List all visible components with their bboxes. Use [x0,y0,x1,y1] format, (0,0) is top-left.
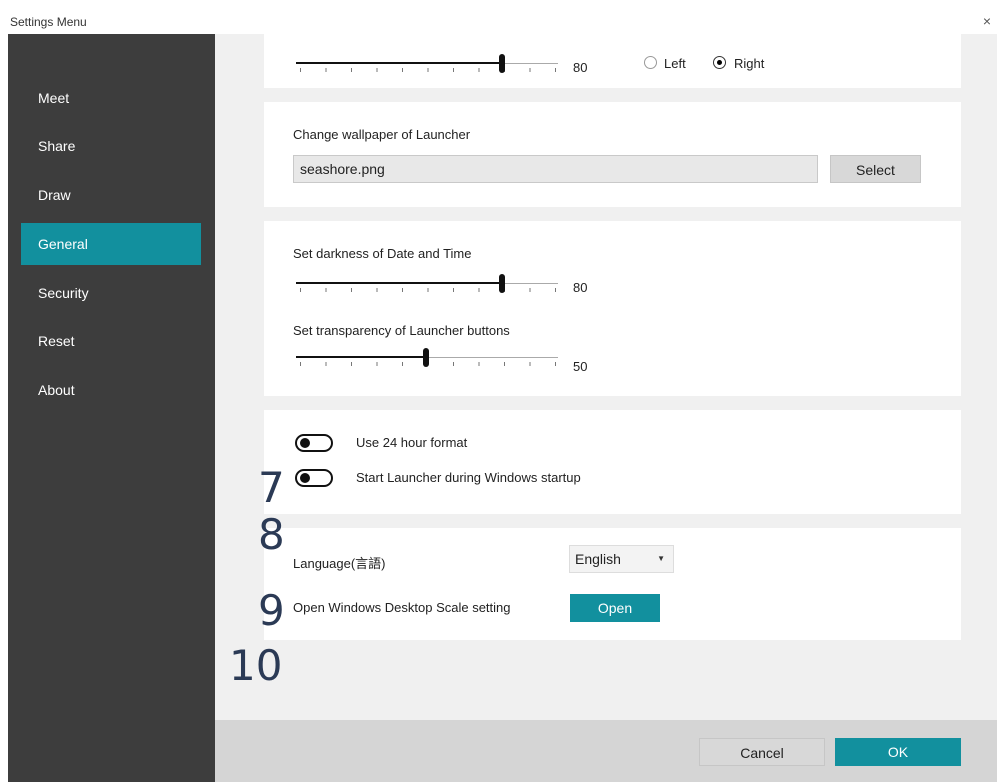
sidebar-item-general[interactable]: General [21,223,201,265]
annotation-number: 7 [258,463,285,512]
cancel-button[interactable]: Cancel [699,738,825,766]
right-radio[interactable] [713,56,726,69]
darkness-slider[interactable] [296,274,558,294]
wallpaper-heading: Change wallpaper of Launcher [293,127,471,142]
open-scale-button[interactable]: Open [570,594,660,622]
annotation-number: 8 [258,510,285,559]
sidebar-item-label: General [38,236,88,252]
ok-button[interactable]: OK [835,738,961,766]
sidebar-item-reset[interactable]: Reset [21,320,201,362]
sidebar-item-label: Share [38,138,76,154]
right-radio-label: Right [734,56,765,71]
transparency-label: Set transparency of Launcher buttons [293,323,510,338]
language-selected-value: English [575,551,621,567]
darkness-value: 80 [573,280,588,295]
language-card: Language(言語) English ▼ Open Windows Desk… [264,528,961,640]
annotation-number: 10 [229,641,283,690]
slider-fill [296,356,426,358]
close-icon[interactable]: × [983,13,991,29]
startup-toggle[interactable] [295,469,333,487]
sidebar-item-about[interactable]: About [21,369,201,411]
launcher-position-card: 80 Left Right [264,34,961,88]
annotation-number: 9 [258,586,285,635]
wallpaper-card: Change wallpaper of Launcher seashore.pn… [264,102,961,207]
sidebar-item-label: Draw [38,187,71,203]
left-radio[interactable] [644,56,657,69]
footer-bar: Cancel OK [215,720,997,782]
sidebar-item-security[interactable]: Security [21,272,201,314]
slider-thumb[interactable] [423,348,429,367]
slider-thumb[interactable] [498,54,505,73]
transparency-value: 50 [573,359,588,374]
settings-panel: 80 Left Right Change wallpaper of Launch… [215,34,997,720]
window-title: Settings Menu [10,15,87,29]
format-24h-label: Use 24 hour format [356,435,468,450]
transparency-slider[interactable] [296,348,558,368]
sidebar-item-label: Security [38,285,89,301]
startup-label: Start Launcher during Windows startup [356,470,581,485]
title-bar: Settings Menu × [0,0,997,34]
toggles-card: Use 24 hour format Start Launcher during… [264,410,961,514]
language-label: Language(言語) [293,556,386,571]
slider-ticks [300,288,556,292]
format-24h-toggle[interactable] [295,434,333,452]
slider-thumb[interactable] [498,274,505,293]
slider-ticks [300,68,556,72]
sidebar-item-draw[interactable]: Draw [21,174,201,216]
language-select[interactable]: English ▼ [569,545,674,573]
select-button[interactable]: Select [830,155,921,183]
sidebar-item-share[interactable]: Share [21,125,201,167]
sidebar: Meet Share Draw General Security Reset A… [8,34,215,782]
sidebar-item-label: Reset [38,333,75,349]
position-value: 80 [573,60,588,75]
position-slider[interactable] [296,54,558,74]
wallpaper-file-field[interactable]: seashore.png [293,155,818,183]
left-radio-label: Left [664,56,686,71]
sidebar-item-meet[interactable]: Meet [21,77,201,119]
scale-label: Open Windows Desktop Scale setting [293,600,511,615]
appearance-card: Set darkness of Date and Time 80 Set tra… [264,221,961,396]
chevron-down-icon: ▼ [657,554,665,563]
darkness-label: Set darkness of Date and Time [293,246,472,261]
toggle-knob [300,438,310,448]
slider-fill [296,282,502,284]
sidebar-item-label: Meet [38,90,70,106]
toggle-knob [300,473,310,483]
sidebar-item-label: About [38,382,75,398]
slider-fill [296,62,502,64]
